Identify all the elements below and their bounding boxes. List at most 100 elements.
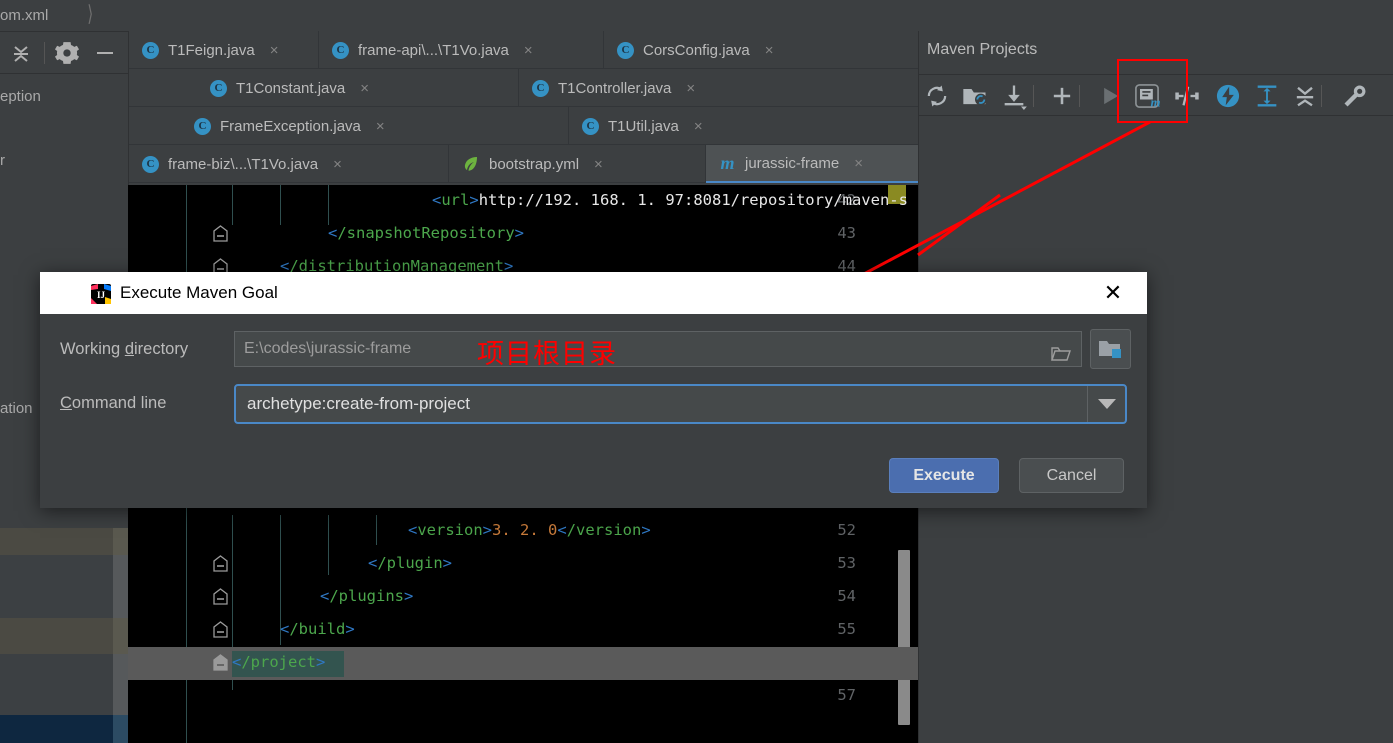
editor-line-number: 54 [837, 587, 856, 605]
class-icon: C [142, 41, 159, 59]
editor-tab-t1util-java[interactable]: C T1Util.java × [569, 107, 919, 145]
list-row-stripe-edge [113, 555, 128, 618]
ide-window: om.xml ⟩ eption r ation C T1Feign.java ×… [0, 0, 1393, 743]
download-sources-icon[interactable] [1000, 82, 1028, 110]
class-icon: C [142, 155, 159, 173]
editor-scrollbar[interactable] [898, 550, 910, 725]
indent-guide [232, 185, 233, 225]
dialog-title: Execute Maven Goal [120, 283, 278, 302]
editor-tab-frame-biz-t1vo-java[interactable]: Cframe-biz\...\T1Vo.java × [129, 145, 449, 183]
editor-tab-label: T1Constant.java [236, 79, 346, 97]
editor-tab-label: T1Util.java [608, 117, 679, 135]
toolbar-divider [44, 42, 45, 64]
close-icon[interactable]: × [594, 156, 603, 173]
working-directory-input[interactable]: E:\codes\jurassic-frame [234, 331, 1082, 367]
gear-icon[interactable] [54, 40, 80, 66]
toolbar-divider [1079, 85, 1080, 107]
left-label-0: eption [0, 88, 41, 105]
editor-code-line: </project> [232, 653, 326, 671]
left-label-1: r [0, 152, 5, 169]
editor-line-number: 55 [837, 620, 856, 638]
editor-tab-label: frame-biz\...\T1Vo.java [168, 155, 319, 173]
editor-code-line: </snapshotRepository> [328, 224, 524, 242]
list-row-stripe [0, 555, 113, 618]
list-row-stripe [0, 654, 113, 715]
editor-tab-label: frame-api\...\T1Vo.java [358, 41, 509, 59]
close-icon[interactable]: × [694, 118, 703, 135]
editor-tab-row: C T1Feign.java × Cframe-api\...\T1Vo.java × C… [129, 31, 919, 69]
editor-tab-frame-api-t1vo-java[interactable]: Cframe-api\...\T1Vo.java × [319, 31, 604, 69]
breadcrumb-label: om.xml [0, 7, 49, 24]
toggle-skip-tests-icon[interactable] [1214, 82, 1242, 110]
execute-button[interactable]: Execute [889, 458, 999, 493]
generate-sources-icon[interactable] [961, 82, 989, 110]
minimize-icon[interactable] [92, 40, 118, 66]
command-line-label: Command line [60, 394, 167, 412]
editor-code-line: </plugin> [368, 554, 453, 572]
class-icon: C [532, 79, 549, 97]
close-icon[interactable]: × [270, 42, 279, 59]
list-row-selected-edge [113, 715, 128, 743]
close-icon[interactable]: × [686, 80, 695, 97]
editor-line-number: 43 [837, 224, 856, 242]
intellij-idea-icon: IJ [90, 283, 112, 305]
indent-guide [328, 185, 329, 225]
close-icon[interactable]: × [854, 155, 863, 172]
module-folder-icon-button[interactable] [1090, 329, 1131, 369]
editor-tab-label: FrameException.java [220, 117, 361, 135]
dialog-title-bar: IJ Execute Maven Goal ✕ [40, 272, 1147, 314]
toolbar-divider [1033, 85, 1034, 107]
editor-tab-label: jurassic-frame [745, 154, 840, 172]
editor-code-line: <url>http://192. 168. 1. 97:8081/reposit… [432, 191, 908, 209]
class-icon: C [210, 79, 227, 97]
list-row-stripe-edge [113, 654, 128, 715]
list-row-stripe [0, 618, 113, 654]
code-fold-icon[interactable] [213, 588, 228, 605]
editor-tab-bar: C T1Feign.java × Cframe-api\...\T1Vo.java × C… [128, 31, 919, 185]
collapse-expand-icon[interactable] [1253, 82, 1281, 110]
editor-tab-jurassic-frame[interactable]: m jurassic-frame × [706, 145, 919, 183]
close-icon[interactable]: × [765, 42, 774, 59]
indent-guide [376, 515, 377, 545]
editor-tab-frameexception-java[interactable]: C FrameException.java × [181, 107, 569, 145]
editor-tab-t1constant-java[interactable]: C T1Constant.java × [197, 69, 519, 107]
editor-tab-label: T1Controller.java [558, 79, 672, 97]
close-icon[interactable]: ✕ [1101, 281, 1125, 305]
left-toolbar [0, 31, 128, 74]
class-icon: C [617, 41, 634, 59]
editor-tab-row: C T1Constant.java × C T1Controller.java × [129, 69, 919, 107]
class-icon: C [332, 41, 349, 59]
code-fold-icon[interactable] [213, 621, 228, 638]
code-fold-icon[interactable] [213, 555, 228, 572]
breadcrumb-chevron-icon: ⟩ [87, 1, 94, 26]
close-icon[interactable]: × [360, 80, 369, 97]
collapse-all-icon[interactable] [8, 40, 34, 66]
add-icon[interactable] [1048, 82, 1076, 110]
code-fold-icon[interactable] [213, 225, 228, 242]
command-line-input[interactable]: archetype:create-from-project [234, 384, 1127, 424]
reload-icon[interactable] [923, 82, 951, 110]
left-label-2: ation [0, 400, 33, 417]
list-row-stripe-edge [113, 528, 128, 555]
settings-wrench-icon[interactable] [1341, 82, 1369, 110]
maven-module-icon: m [720, 152, 735, 173]
annotation-highlight-box [1117, 59, 1188, 123]
toolbar-divider [1321, 85, 1322, 107]
editor-tab-label: T1Feign.java [168, 41, 255, 59]
code-fold-icon[interactable] [213, 654, 228, 671]
editor-tab-bootstrap-yml[interactable]: bootstrap.yml × [449, 145, 706, 183]
close-icon[interactable]: × [376, 118, 385, 135]
breadcrumb[interactable]: om.xml ⟩ [0, 1, 128, 30]
editor-tab-corsconfig-java[interactable]: C CorsConfig.java × [604, 31, 919, 69]
expand-all-icon[interactable] [1291, 82, 1319, 110]
editor-tab-t1feign-java[interactable]: C T1Feign.java × [129, 31, 319, 69]
chevron-down-icon[interactable] [1087, 386, 1125, 422]
close-icon[interactable]: × [524, 42, 533, 59]
editor-tab-label: CorsConfig.java [643, 41, 750, 59]
list-row-stripe-edge [113, 618, 128, 654]
editor-tab-t1controller-java[interactable]: C T1Controller.java × [519, 69, 919, 107]
folder-browse-icon[interactable] [1051, 341, 1071, 361]
cancel-button[interactable]: Cancel [1019, 458, 1124, 493]
close-icon[interactable]: × [333, 156, 342, 173]
svg-text:IJ: IJ [97, 290, 106, 300]
